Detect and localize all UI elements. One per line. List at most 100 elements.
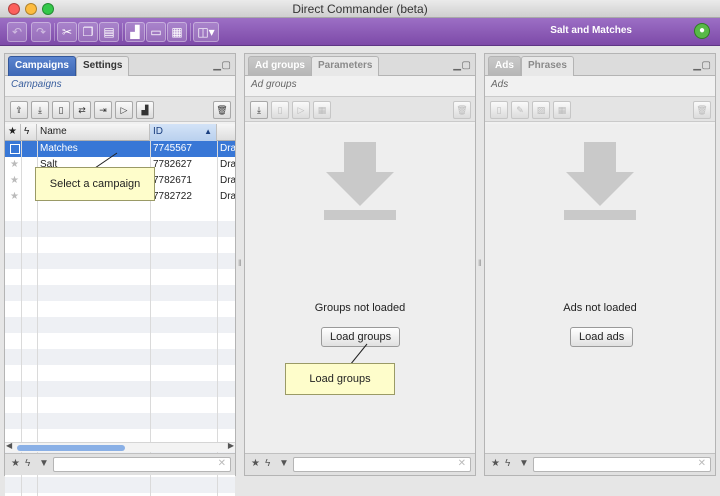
- tab-ads[interactable]: Ads: [488, 56, 521, 76]
- window-title: Direct Commander (beta): [292, 2, 428, 16]
- ads-filter-bar: ★ ϟ ▼ ✕: [485, 453, 715, 475]
- campaigns-tabs: Campaigns Settings ▁ ▢: [5, 54, 235, 76]
- minimize-panel-icon[interactable]: ▁: [453, 60, 461, 71]
- campaign-status: Dra: [220, 143, 235, 154]
- download-arrow-icon: [564, 142, 636, 220]
- new-document-icon[interactable]: ▯: [490, 101, 508, 119]
- splitter-handle[interactable]: ‖: [478, 258, 482, 270]
- download-icon[interactable]: ⤓: [31, 101, 49, 119]
- ads-panel: Ads Phrases ▁ ▢ Ads ▯ ✎ ▨ ▦ 🗑 Ads not lo…: [484, 53, 716, 476]
- star-column-header[interactable]: ★: [5, 124, 21, 141]
- new-document-icon[interactable]: ▯: [271, 101, 289, 119]
- paste-icon[interactable]: ▤: [99, 22, 119, 42]
- download-arrow-icon: [324, 142, 396, 220]
- stats-icon[interactable]: ▟: [125, 22, 145, 42]
- horizontal-scrollbar[interactable]: ◀ ▶: [5, 441, 235, 452]
- clear-filter-icon[interactable]: ✕: [698, 458, 706, 469]
- export-icon[interactable]: ▷: [115, 101, 133, 119]
- star-filter-icon[interactable]: ★: [491, 458, 500, 469]
- scrollbar-thumb[interactable]: [17, 445, 125, 451]
- campaign-status: Dra: [220, 175, 235, 186]
- calculator-icon[interactable]: ▦: [167, 22, 187, 42]
- table-header: ★ ϟ Name ID ▲: [5, 124, 235, 141]
- ad-groups-filter-bar: ★ ϟ ▼ ✕: [245, 453, 475, 475]
- groups-empty-message: Groups not loaded: [314, 302, 406, 314]
- clear-filter-icon[interactable]: ✕: [458, 458, 466, 469]
- row-checkbox[interactable]: [10, 144, 20, 154]
- flash-filter-icon[interactable]: ϟ: [265, 458, 270, 469]
- ads-filter-input[interactable]: ✕: [533, 457, 711, 472]
- scroll-right-icon[interactable]: ▶: [228, 441, 234, 450]
- ads-tabs: Ads Phrases ▁ ▢: [485, 54, 715, 76]
- ad-groups-panel: Ad groups Parameters ▁ ▢ Ad groups ⤓ ▯ ▷…: [244, 53, 476, 476]
- maximize-panel-icon[interactable]: ▢: [702, 60, 711, 71]
- funnel-filter-icon[interactable]: ▼: [279, 458, 289, 469]
- export-icon[interactable]: ▷: [292, 101, 310, 119]
- delete-icon[interactable]: 🗑: [693, 101, 711, 119]
- maximize-panel-icon[interactable]: ▢: [462, 60, 471, 71]
- redo-icon[interactable]: ↷: [31, 22, 51, 42]
- tab-campaigns[interactable]: Campaigns: [8, 56, 76, 76]
- load-groups-tooltip: Load groups: [285, 363, 395, 395]
- tag-icon[interactable]: ▭: [146, 22, 166, 42]
- main-toolbar: ↶ ↷ ✂ ❐ ▤ ▟ ▭ ▦ ◫▾ Salt and Matches ●: [0, 18, 720, 46]
- view-menu-icon[interactable]: ◫▾: [193, 22, 219, 42]
- ad-groups-tabs: Ad groups Parameters ▁ ▢: [245, 54, 475, 76]
- status-column-header[interactable]: [217, 124, 235, 141]
- splitter-handle[interactable]: ‖: [238, 258, 242, 270]
- import-icon[interactable]: ⇥: [94, 101, 112, 119]
- minimize-panel-icon[interactable]: ▁: [213, 60, 221, 71]
- maximize-panel-icon[interactable]: ▢: [222, 60, 231, 71]
- tab-settings[interactable]: Settings: [76, 56, 130, 76]
- cut-icon[interactable]: ✂: [57, 22, 77, 42]
- table-icon[interactable]: ▦: [313, 101, 331, 119]
- campaigns-filter-bar: ★ ϟ ▼ ✕: [5, 453, 235, 475]
- download-icon[interactable]: ⤓: [250, 101, 268, 119]
- copy-icon[interactable]: ❐: [78, 22, 98, 42]
- delete-icon[interactable]: 🗑: [453, 101, 471, 119]
- tab-phrases[interactable]: Phrases: [521, 56, 574, 76]
- ad-groups-empty-area: Groups not loaded Load groups: [245, 124, 475, 454]
- flash-filter-icon[interactable]: ϟ: [505, 458, 510, 469]
- undo-icon[interactable]: ↶: [7, 22, 27, 42]
- select-campaign-tooltip: Select a campaign: [35, 167, 155, 201]
- star-icon[interactable]: ★: [7, 157, 21, 173]
- campaigns-filter-input[interactable]: ✕: [53, 457, 231, 472]
- delete-icon[interactable]: 🗑: [213, 101, 231, 119]
- funnel-filter-icon[interactable]: ▼: [39, 458, 49, 469]
- campaign-status: Dra: [220, 159, 235, 170]
- flash-column-header[interactable]: ϟ: [21, 124, 37, 141]
- minimize-panel-icon[interactable]: ▁: [693, 60, 701, 71]
- connection-status-icon[interactable]: ●: [694, 23, 710, 39]
- campaign-status: Dra: [220, 191, 235, 202]
- split-icon[interactable]: ⇄: [73, 101, 91, 119]
- ads-toolbar: ▯ ✎ ▨ ▦ 🗑: [485, 96, 715, 122]
- sort-ascending-icon: ▲: [204, 127, 212, 136]
- star-filter-icon[interactable]: ★: [251, 458, 260, 469]
- campaigns-subtitle: Campaigns: [11, 79, 62, 90]
- funnel-filter-icon[interactable]: ▼: [519, 458, 529, 469]
- name-column-header[interactable]: Name: [37, 124, 150, 141]
- upload-icon[interactable]: ⇪: [10, 101, 28, 119]
- campaign-account-name[interactable]: Salt and Matches: [550, 25, 632, 36]
- statistics-icon[interactable]: ▟: [136, 101, 154, 119]
- scroll-left-icon[interactable]: ◀: [6, 441, 12, 450]
- image-icon[interactable]: ▨: [532, 101, 550, 119]
- table-icon[interactable]: ▦: [553, 101, 571, 119]
- star-icon[interactable]: ★: [7, 189, 21, 205]
- id-column-header[interactable]: ID ▲: [150, 124, 217, 141]
- clear-filter-icon[interactable]: ✕: [218, 458, 226, 469]
- ad-groups-subtitle: Ad groups: [251, 79, 297, 90]
- ad-groups-filter-input[interactable]: ✕: [293, 457, 471, 472]
- load-ads-button[interactable]: Load ads: [570, 327, 634, 347]
- edit-icon[interactable]: ✎: [511, 101, 529, 119]
- flash-filter-icon[interactable]: ϟ: [25, 458, 30, 469]
- ads-subtitle: Ads: [491, 79, 509, 90]
- title-bar: Direct Commander (beta): [0, 0, 720, 18]
- new-document-icon[interactable]: ▯: [52, 101, 70, 119]
- tab-ad-groups[interactable]: Ad groups: [248, 56, 312, 76]
- tab-parameters[interactable]: Parameters: [311, 56, 380, 76]
- star-filter-icon[interactable]: ★: [11, 458, 20, 469]
- star-icon[interactable]: ★: [7, 173, 21, 189]
- ads-empty-area: Ads not loaded Load ads: [485, 124, 715, 454]
